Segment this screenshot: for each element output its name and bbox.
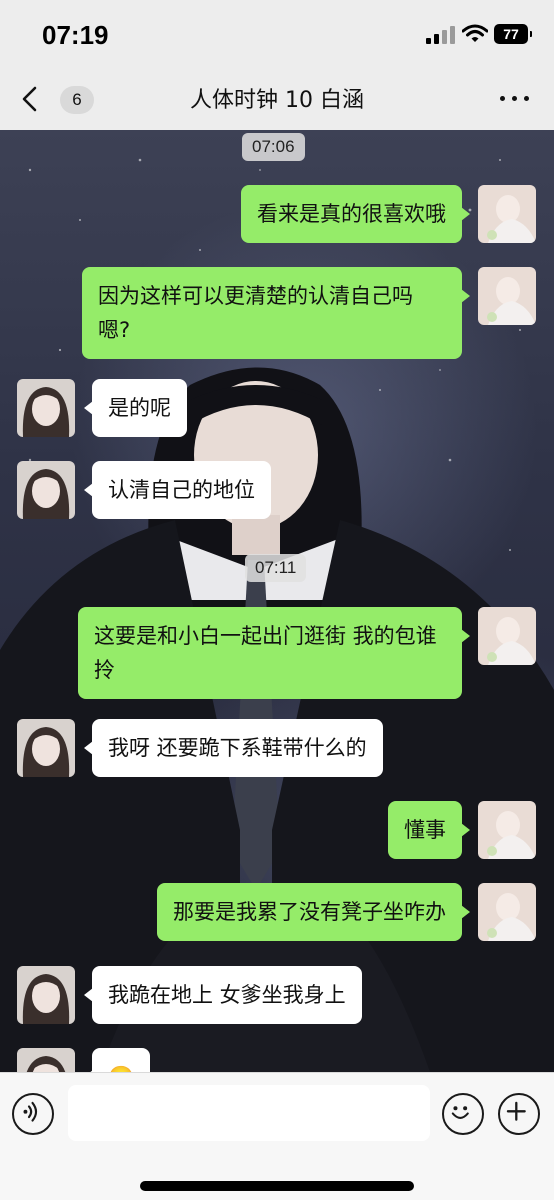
message-bubble-incoming[interactable]: 🙂: [83, 1048, 151, 1072]
plus-icon[interactable]: [498, 1093, 540, 1135]
my-avatar[interactable]: [478, 801, 536, 859]
message-bubble-incoming[interactable]: 我呀 还要跪下系鞋带什么的: [84, 719, 383, 777]
back-button[interactable]: 6: [14, 82, 94, 116]
contact-avatar[interactable]: [17, 966, 75, 1024]
battery-icon: 77: [494, 24, 532, 44]
input-bar: [0, 1072, 554, 1200]
home-indicator: [140, 1181, 414, 1191]
contact-avatar[interactable]: [17, 1048, 75, 1072]
chat-area[interactable]: 07:06 看来是真的很喜欢哦 因为这样可以更清楚的认清自己吗 嗯? 是的呢 认…: [0, 130, 554, 1072]
message-bubble-incoming[interactable]: 我跪在地上 女爹坐我身上: [84, 966, 362, 1024]
message-input[interactable]: [68, 1085, 430, 1141]
chat-timestamp: 07:11: [245, 554, 307, 582]
emoji-icon[interactable]: [442, 1093, 484, 1135]
message-bubble-incoming[interactable]: 认清自己的地位: [84, 461, 271, 519]
wifi-icon: [462, 24, 488, 42]
message-bubble-outgoing[interactable]: 看来是真的很喜欢哦: [241, 185, 470, 243]
chat-timestamp: 07:06: [242, 133, 305, 161]
my-avatar[interactable]: [478, 607, 536, 665]
contact-avatar[interactable]: [17, 461, 75, 519]
chevron-left-icon: [22, 86, 37, 112]
message-bubble-outgoing[interactable]: 因为这样可以更清楚的认清自己吗 嗯?: [82, 267, 470, 359]
chat-title: 人体时钟 10 白涵: [190, 88, 364, 113]
chat-header: 6 人体时钟 10 白涵: [0, 68, 554, 130]
status-bar: 07:19 77: [0, 0, 554, 68]
message-bubble-incoming[interactable]: 是的呢: [84, 379, 187, 437]
message-bubble-outgoing[interactable]: 懂事: [388, 801, 470, 859]
voice-icon[interactable]: [12, 1093, 54, 1135]
unread-count-badge: 6: [60, 86, 94, 114]
status-time: 07:19: [42, 20, 109, 50]
my-avatar[interactable]: [478, 883, 536, 941]
my-avatar[interactable]: [478, 185, 536, 243]
my-avatar[interactable]: [478, 267, 536, 325]
signal-icon: [426, 26, 456, 44]
contact-avatar[interactable]: [17, 719, 75, 777]
contact-avatar[interactable]: [17, 379, 75, 437]
more-icon[interactable]: [498, 86, 532, 110]
message-bubble-outgoing[interactable]: 那要是我累了没有凳子坐咋办: [157, 883, 470, 941]
message-bubble-outgoing[interactable]: 这要是和小白一起出门逛街 我的包谁拎: [78, 607, 470, 699]
